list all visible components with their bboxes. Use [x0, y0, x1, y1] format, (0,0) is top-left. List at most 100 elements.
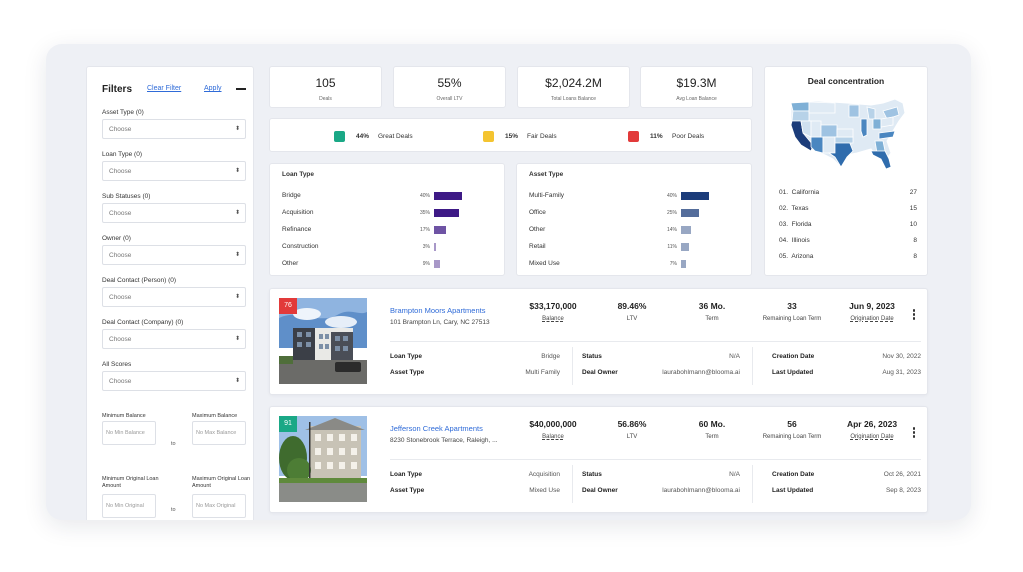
deal-owner-field-label: Deal Owner	[582, 487, 618, 494]
chevron-updown-icon: ⬍	[234, 336, 240, 342]
origination-date-value: Jun 9, 2023	[849, 301, 895, 311]
property-photo[interactable]: 76	[279, 298, 367, 384]
deal-score-badge: 91	[279, 416, 297, 432]
term-value: 36 Mo.	[698, 301, 726, 311]
breakdown-row: Retail 11%	[529, 243, 747, 253]
max-balance-label: Maximum Balance	[192, 413, 238, 419]
deal-contact-company-select[interactable]: Choose ⬍	[102, 329, 246, 349]
state-kansas	[836, 128, 854, 138]
breakdown-name: Refinance	[282, 226, 312, 233]
breakdown-bar	[681, 192, 709, 200]
state-ohio	[872, 118, 882, 130]
concentration-state: 01. California	[779, 189, 819, 196]
deal-card[interactable]: 76 Brampton Moors Apartments 101 Brampto…	[269, 288, 928, 395]
chevron-updown-icon: ⬍	[234, 294, 240, 300]
owner-select[interactable]: Choose ⬍	[102, 245, 246, 265]
state-colorado	[820, 124, 838, 138]
asset-type-title: Asset Type	[529, 171, 564, 178]
property-photo[interactable]: 91	[279, 416, 367, 502]
remaining-term-metric: 56 Remaining Loan Term	[752, 419, 832, 441]
kpi-overall-ltv: 55% Overall LTV	[393, 66, 506, 108]
all-scores-label: All Scores	[102, 361, 132, 368]
loan-type-field-value: Bridge	[541, 353, 560, 360]
balance-metric: $40,000,000 Balance	[513, 419, 593, 441]
creation-date-field-label: Creation Date	[772, 353, 815, 360]
deal-name-link[interactable]: Brampton Moors Apartments	[390, 306, 485, 315]
kpi-avg-balance: $19.3M Avg Loan Balance	[640, 66, 753, 108]
max-balance-input[interactable]: No Max Balance	[192, 421, 246, 445]
breakdown-row: Bridge 40%	[282, 192, 500, 202]
balance-label: Balance	[542, 316, 564, 322]
origination-date-metric: Jun 9, 2023 Origination Date	[832, 301, 912, 323]
chevron-updown-icon: ⬍	[234, 252, 240, 258]
deal-contact-person-select[interactable]: Choose ⬍	[102, 287, 246, 307]
clear-filter-link[interactable]: Clear Filter	[147, 85, 181, 92]
breakdown-pct: 40%	[419, 193, 430, 199]
chevron-updown-icon: ⬍	[234, 210, 240, 216]
apply-link[interactable]: Apply	[204, 85, 222, 92]
min-original-input[interactable]: No Min Original	[102, 494, 156, 518]
last-updated-field-value: Aug 31, 2023	[882, 369, 921, 376]
sub-statuses-select[interactable]: Choose ⬍	[102, 203, 246, 223]
balance-value: $40,000,000	[529, 419, 577, 429]
more-options-icon[interactable]	[911, 309, 917, 323]
kpi-total-balance-value: $2,024.2M	[545, 76, 602, 90]
collapse-minus-icon[interactable]	[236, 88, 246, 90]
breakdown-bar	[434, 192, 462, 200]
origination-date-label: Origination Date	[850, 434, 894, 440]
breakdown-pct: 11%	[667, 244, 677, 250]
breakdown-pct: 14%	[666, 227, 677, 233]
concentration-count: 8	[913, 253, 917, 260]
deal-card[interactable]: 91 Jefferson Creek Apartments 8230 Stone…	[269, 406, 928, 513]
fair-deals-swatch	[483, 131, 494, 142]
asset-type-field-value: Mixed Use	[529, 487, 560, 494]
breakdown-name: Multi-Family	[529, 192, 565, 199]
sub-statuses-label: Sub Statuses (0)	[102, 193, 151, 200]
breakdown-name: Other	[282, 260, 299, 267]
kpi-deals-label: Deals	[319, 96, 332, 102]
great-deals-swatch	[334, 131, 345, 142]
poor-deals-swatch	[628, 131, 639, 142]
filters-panel: Filters Clear Filter Apply Asset Type (0…	[86, 66, 254, 520]
min-balance-input[interactable]: No Min Balance	[102, 421, 156, 445]
loan-type-panel: Loan Type Bridge 40% Acquisition 35% Ref…	[269, 163, 505, 276]
all-scores-select[interactable]: Choose ⬍	[102, 371, 246, 391]
state-washington	[790, 101, 810, 112]
breakdown-row: Other 14%	[529, 226, 747, 236]
great-deals-label: Great Deals	[378, 133, 413, 140]
state-oklahoma	[834, 136, 854, 144]
deal-name-link[interactable]: Jefferson Creek Apartments	[390, 424, 483, 433]
last-updated-field-label: Last Updated	[772, 369, 814, 376]
state-oregon	[791, 110, 810, 122]
status-field-label: Status	[582, 353, 602, 360]
ltv-value: 89.46%	[617, 301, 647, 311]
deal-contact-company-label: Deal Contact (Company) (0)	[102, 319, 184, 326]
breakdown-name: Office	[529, 209, 546, 216]
breakdown-bar	[434, 260, 441, 268]
asset-type-select[interactable]: Choose ⬍	[102, 119, 246, 139]
loan-type-select[interactable]: Choose ⬍	[102, 161, 246, 181]
breakdown-name: Mixed Use	[529, 260, 560, 267]
breakdown-row: Construction 3%	[282, 243, 500, 253]
max-original-input[interactable]: No Max Original	[192, 494, 246, 518]
balance-label: Balance	[542, 434, 564, 440]
breakdown-name: Acquisition	[282, 209, 314, 216]
to-label: to	[171, 507, 176, 513]
loan-type-title: Loan Type	[282, 171, 315, 178]
breakdown-bar	[681, 260, 686, 268]
breakdown-row: Mixed Use 7%	[529, 260, 747, 270]
concentration-row: 03. Florida 10	[779, 221, 917, 231]
filters-header: Filters Clear Filter Apply	[102, 84, 248, 98]
state-pennsylvania	[880, 116, 894, 128]
us-map[interactable]	[787, 97, 909, 173]
origination-date-label: Origination Date	[850, 316, 894, 322]
owner-select-value: Choose	[109, 252, 132, 259]
concentration-state: 05. Arizona	[779, 253, 813, 260]
deal-contact-person-label: Deal Contact (Person) (0)	[102, 277, 177, 284]
breakdown-pct: 9%	[422, 261, 430, 267]
remaining-term-value: 33	[787, 301, 797, 311]
term-label: Term	[705, 316, 719, 322]
more-options-icon[interactable]	[911, 427, 917, 441]
breakdown-row: Other 9%	[282, 260, 500, 270]
deal-score-badge: 76	[279, 298, 297, 314]
